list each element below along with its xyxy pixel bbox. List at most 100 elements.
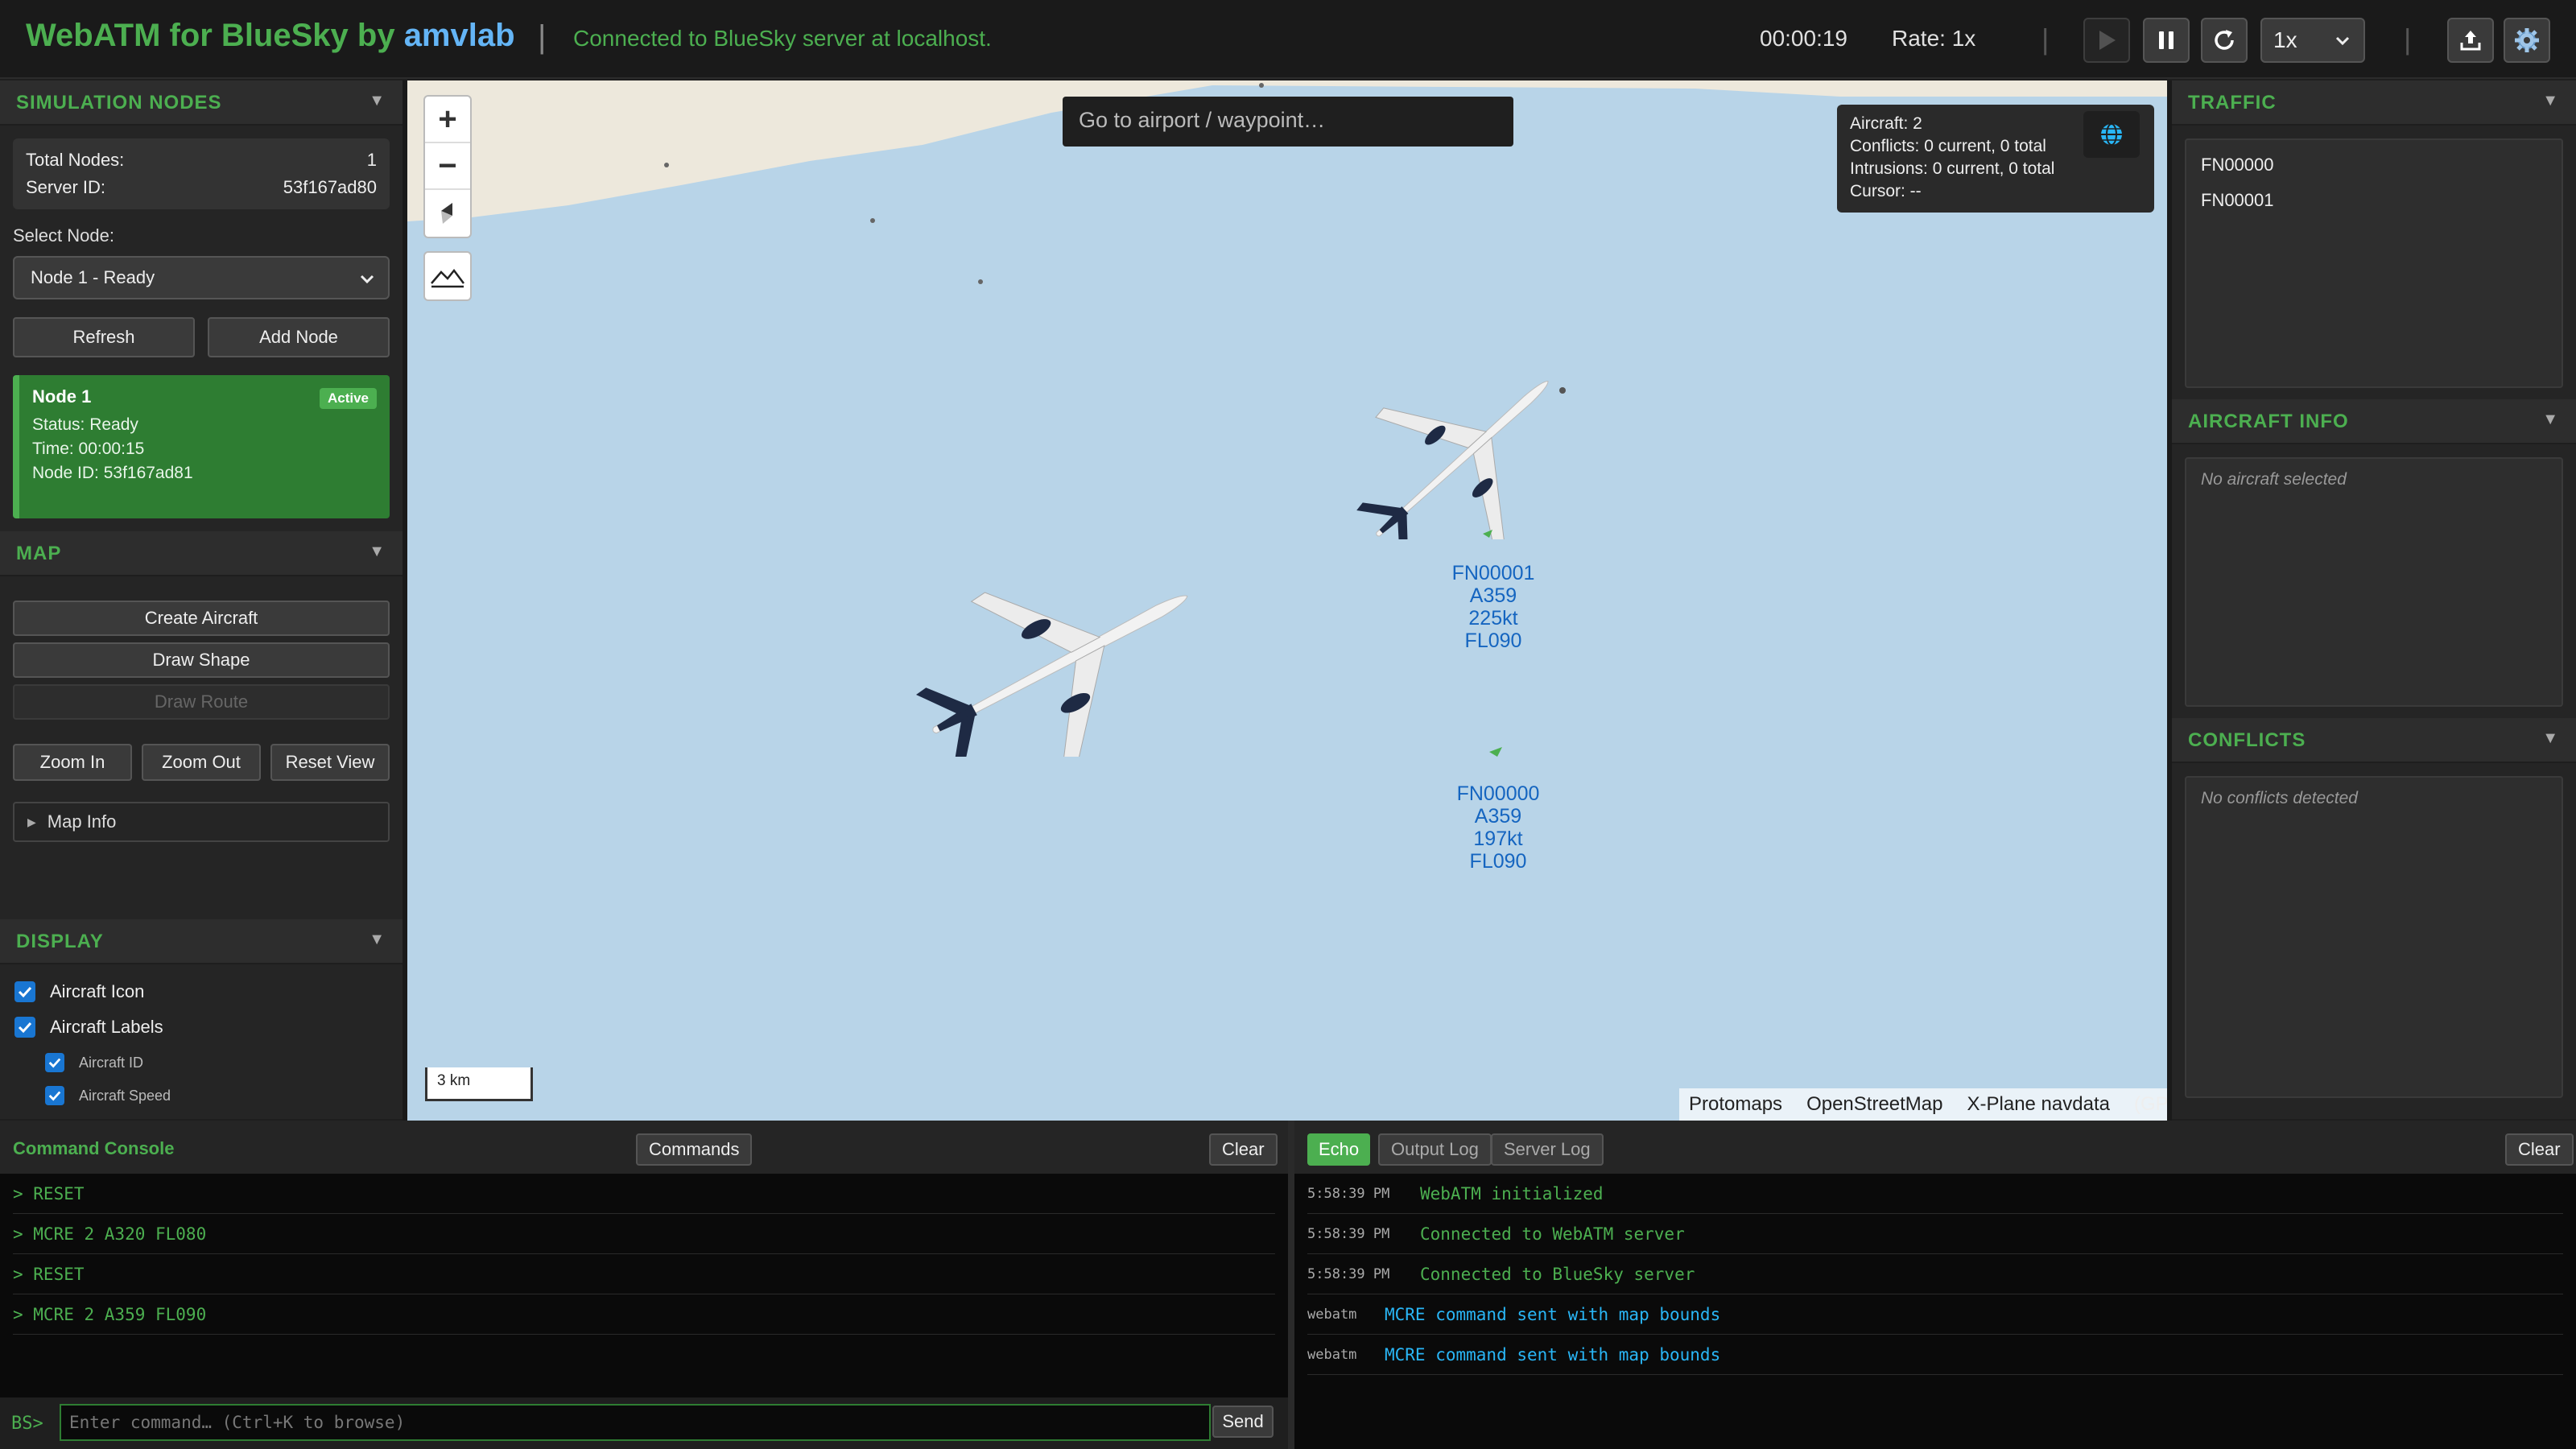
commands-button[interactable]: Commands [636, 1133, 753, 1166]
aircraft-speed-toggle[interactable]: Aircraft Speed [45, 1080, 402, 1111]
sim-nodes-header[interactable]: SIMULATION NODES ▼ [0, 80, 402, 126]
map-zoom-out-button[interactable]: − [425, 143, 470, 190]
sim-time: 00:00:19 [1760, 26, 1847, 51]
log-clear-button[interactable]: Clear [2505, 1133, 2574, 1166]
aircraft-label-speed: 225kt [1468, 607, 1518, 630]
checkbox-checked[interactable] [45, 1053, 64, 1072]
display-section-header[interactable]: DISPLAY ▼ [0, 919, 402, 964]
attribution-license: (GPL) [2133, 1093, 2167, 1115]
log-timestamp: 5:58:39 PM [1307, 1225, 1390, 1242]
log-panel: Echo Output Log Server Log Clear 5:58:39… [1294, 1121, 2576, 1449]
conflicts-empty: No conflicts detected [2201, 789, 2358, 807]
aircraft-label-type: A359 [1474, 805, 1522, 828]
aircraft-icon-toggle[interactable]: Aircraft Icon [14, 974, 402, 1009]
aircraft-labels-label: Aircraft Labels [50, 1017, 163, 1037]
aircraft-position-marker[interactable] [1488, 745, 1504, 758]
sim-rate: Rate: 1x [1892, 26, 1976, 51]
tab-echo[interactable]: Echo [1307, 1133, 1371, 1166]
map-canvas[interactable]: + − Go to airport / waypoint… Aircraft: … [407, 80, 2167, 1121]
aircraft-labels-toggle[interactable]: Aircraft Labels [14, 1009, 402, 1045]
console-clear-button[interactable]: Clear [1209, 1133, 1278, 1166]
map-section-header[interactable]: MAP ▼ [0, 531, 402, 576]
command-input[interactable]: Enter command… (Ctrl+K to browse) [60, 1404, 1211, 1441]
command-bar: BS> Enter command… (Ctrl+K to browse) Se… [0, 1397, 1288, 1449]
reset-view-button[interactable]: Reset View [270, 744, 390, 781]
total-nodes-label: Total Nodes: [26, 150, 125, 170]
upload-icon [2460, 31, 2481, 51]
aircraft-label[interactable]: FN00000 A359 197kt FL090 [1414, 782, 1583, 873]
draw-shape-button[interactable]: Draw Shape [13, 642, 390, 678]
aircraft-label-level: FL090 [1464, 630, 1522, 652]
console-line: > MCRE 2 A359 FL090 [13, 1294, 1275, 1335]
draw-route-button[interactable]: Draw Route [13, 684, 390, 720]
checkbox-checked[interactable] [14, 981, 35, 1002]
bottom-splitter[interactable] [1288, 1121, 1294, 1449]
zoom-in-button[interactable]: Zoom In [13, 744, 132, 781]
tab-output-log[interactable]: Output Log [1378, 1133, 1492, 1166]
zoom-out-button[interactable]: Zoom Out [142, 744, 261, 781]
command-console: Command Console Commands Clear > RESET >… [0, 1121, 1288, 1449]
console-line: > MCRE 2 A320 FL080 [13, 1214, 1275, 1254]
log-source: webatm [1307, 1346, 1357, 1363]
attribution-link[interactable]: X-Plane navdata [1967, 1093, 2110, 1116]
map-info-toggle[interactable]: ▶ Map Info [13, 802, 390, 842]
map-info-label: Map Info [47, 811, 117, 832]
header-divider: | [2041, 23, 2050, 56]
left-panel: SIMULATION NODES ▼ Total Nodes: 1 Server … [0, 80, 402, 1119]
checkmark-icon [18, 986, 32, 998]
tab-server-log[interactable]: Server Log [1491, 1133, 1604, 1166]
aircraft-id-toggle[interactable]: Aircraft ID [45, 1045, 402, 1080]
node-card-status: Status: Ready [32, 415, 138, 434]
aircraft-icon[interactable] [1333, 378, 1591, 539]
add-node-button[interactable]: Add Node [208, 317, 390, 357]
aircraft-icon[interactable] [914, 572, 1204, 757]
header-divider: | [2404, 23, 2412, 56]
airport-search-input[interactable]: Go to airport / waypoint… [1063, 97, 1513, 147]
log-timestamp: 5:58:39 PM [1307, 1185, 1390, 1202]
cursor-position: Cursor: -- [1850, 182, 1922, 200]
create-aircraft-button[interactable]: Create Aircraft [13, 601, 390, 636]
traffic-item[interactable]: FN00001 [2186, 182, 2562, 217]
command-prompt: BS> [11, 1414, 43, 1434]
pause-button[interactable] [2143, 18, 2190, 63]
traffic-item[interactable]: FN00000 [2186, 147, 2562, 182]
upload-button[interactable] [2447, 18, 2494, 63]
aircraft-label[interactable]: FN00001 A359 225kt FL090 [1409, 562, 1578, 652]
send-button[interactable]: Send [1212, 1406, 1274, 1438]
zoom-controls: + − [423, 95, 472, 238]
log-output: 5:58:39 PM WebATM initialized 5:58:39 PM C… [1294, 1174, 2576, 1449]
refresh-icon [2215, 30, 2234, 50]
aircraft-info-header[interactable]: AIRCRAFT INFO ▼ [2172, 399, 2576, 444]
app-title: WebATM for BlueSky by amvlab [26, 18, 515, 54]
map-zoom-in-button[interactable]: + [425, 97, 470, 143]
right-panel: TRAFFIC ▼ FN00000 FN00001 AIRCRAFT INFO … [2172, 80, 2576, 1119]
node-select[interactable]: Node 1 - Ready [13, 256, 390, 299]
log-entry: webatm MCRE command sent with map bounds [1307, 1335, 2563, 1375]
aircraft-label-type: A359 [1469, 584, 1517, 607]
node-select-value: Node 1 - Ready [31, 267, 155, 287]
checkbox-checked[interactable] [45, 1086, 64, 1105]
speed-select[interactable]: 1x [2260, 18, 2365, 63]
aircraft-info-title: AIRCRAFT INFO [2188, 411, 2349, 432]
app-header: WebATM for BlueSky by amvlab | Connected… [0, 0, 2576, 79]
gear-icon [2515, 28, 2539, 52]
checkbox-checked[interactable] [14, 1017, 35, 1038]
attribution-link[interactable]: Protomaps [1689, 1093, 1782, 1116]
terrain-button[interactable] [423, 251, 472, 301]
scale-bar: 3 km [425, 1067, 533, 1101]
log-timestamp: 5:58:39 PM [1307, 1265, 1390, 1282]
compass-button[interactable] [425, 190, 470, 237]
console-output: > RESET > MCRE 2 A320 FL080 > RESET > MC… [0, 1174, 1288, 1397]
collapse-caret-icon: ▼ [2542, 92, 2558, 109]
collapse-caret-icon: ▼ [2542, 729, 2558, 747]
aircraft-position-marker[interactable] [1481, 528, 1494, 539]
settings-button[interactable] [2504, 18, 2550, 63]
play-button[interactable] [2083, 18, 2130, 63]
reset-button[interactable] [2201, 18, 2248, 63]
globe-button[interactable] [2083, 111, 2140, 158]
node-card[interactable]: Node 1 Active Status: Ready Time: 00:00:… [13, 375, 390, 518]
conflicts-header[interactable]: CONFLICTS ▼ [2172, 718, 2576, 763]
attribution-link[interactable]: OpenStreetMap [1806, 1093, 1942, 1116]
traffic-header[interactable]: TRAFFIC ▼ [2172, 80, 2576, 126]
refresh-button[interactable]: Refresh [13, 317, 195, 357]
